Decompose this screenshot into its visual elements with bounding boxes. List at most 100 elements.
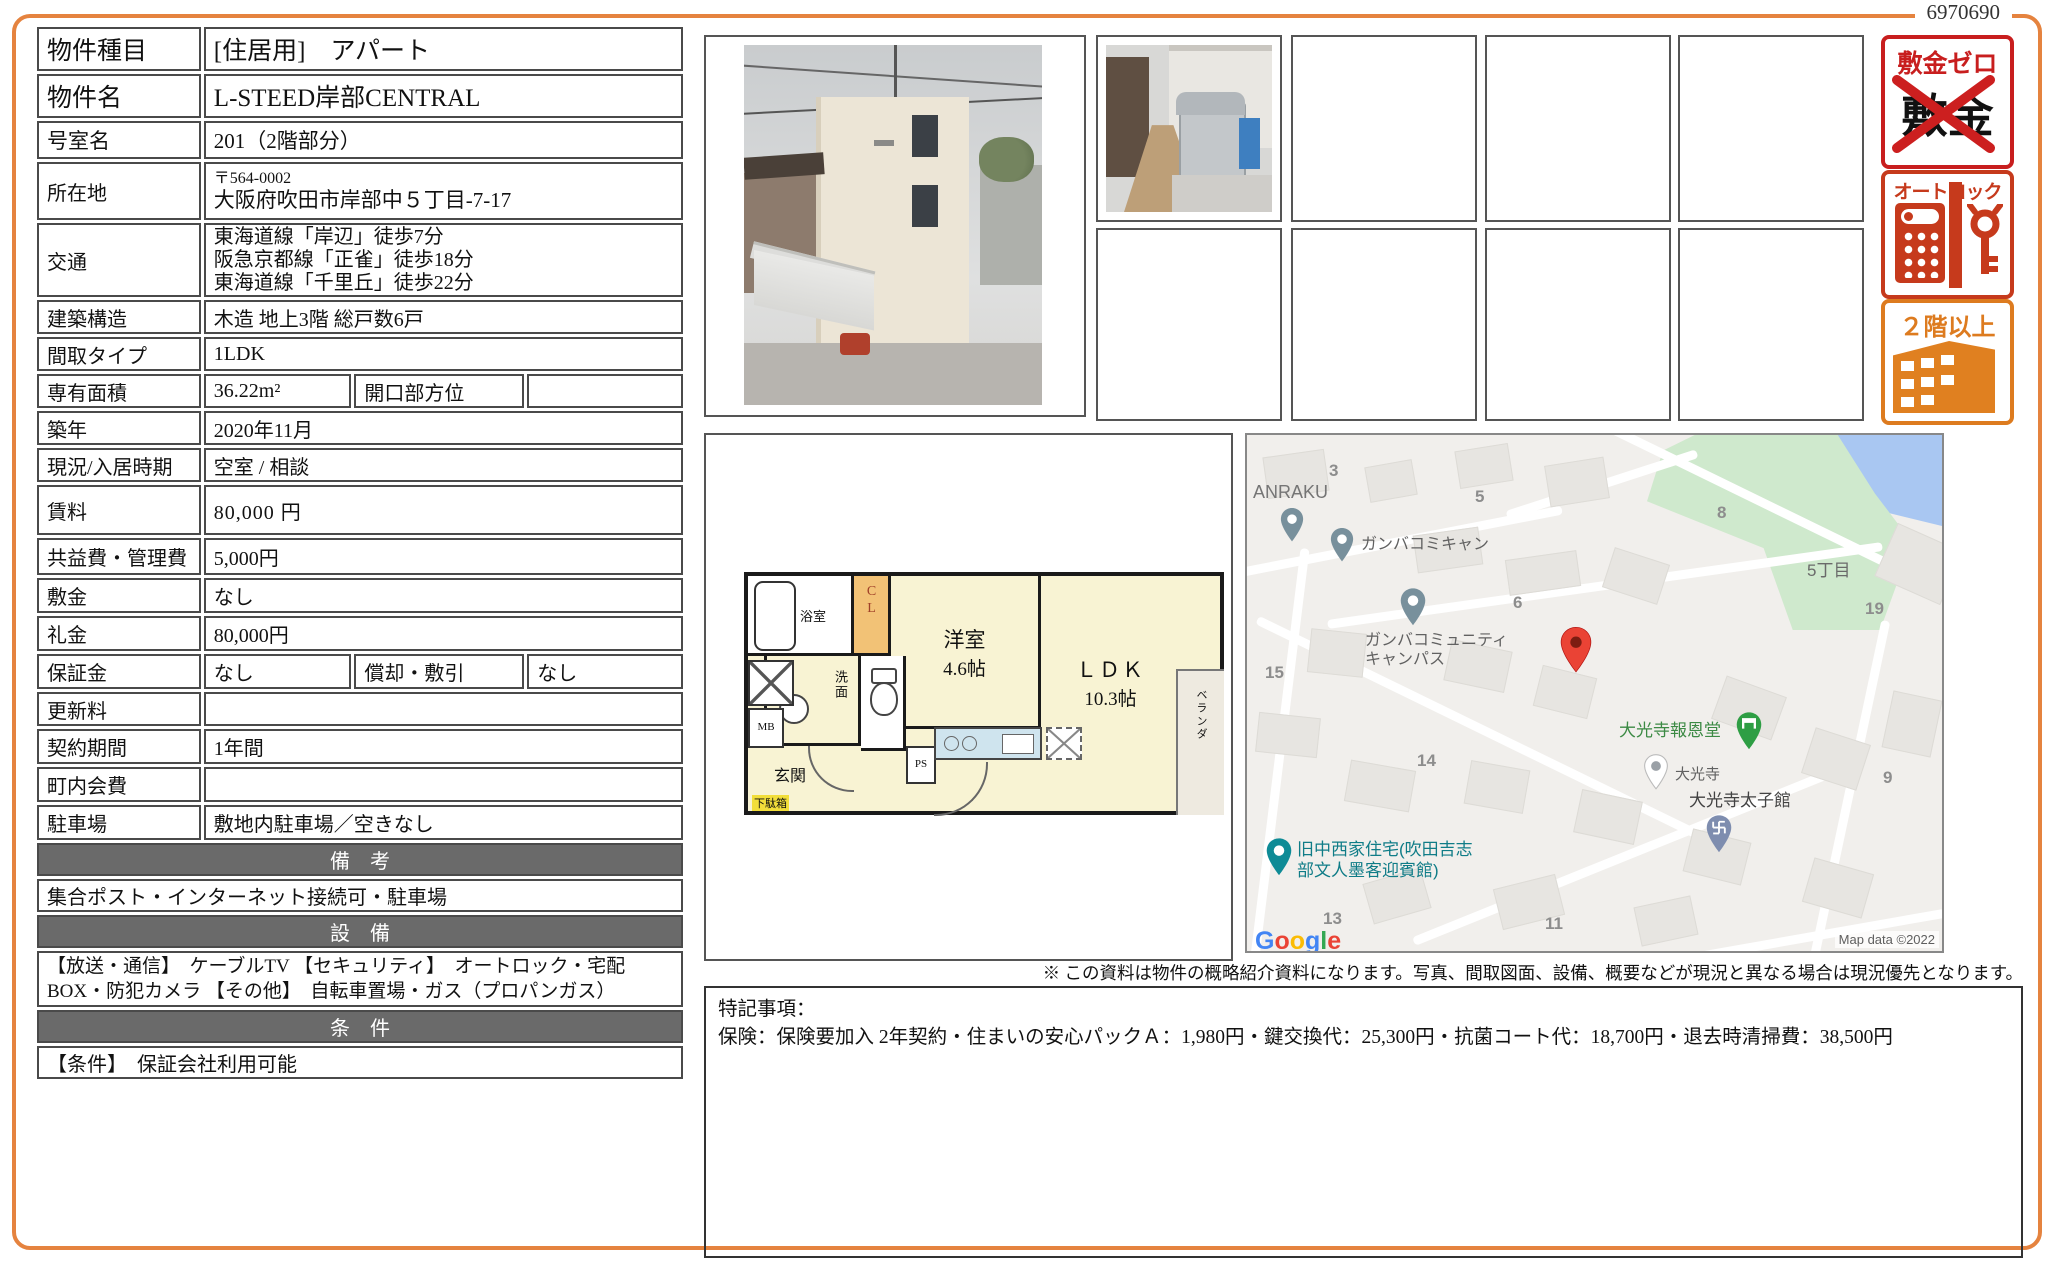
burner-icon (944, 736, 959, 751)
equipment-content: 【放送・通信】 ケーブルTV 【セキュリティ】 オートロック・宅配BOX・防犯カ… (37, 951, 683, 1007)
burner-icon-2 (962, 736, 977, 751)
spec-label-access: 交通 (37, 223, 201, 297)
spec-value-type: [住居用] アパート (204, 27, 683, 71)
building-window (1921, 377, 1934, 387)
equipment-header: 設 備 (37, 915, 683, 948)
access-line-2: 阪急京都線「正雀」徒歩18分 (214, 249, 673, 272)
map-attribution: Map data ©2022 (1835, 931, 1939, 948)
spec-value-status: 空室 / 相談 (204, 448, 683, 482)
spec-label-area: 専有面積 (37, 374, 201, 408)
special-notes-line: 保険：保険要加入 2年契約・住まいの安心パックＡ：1,980円・鍵交換代：25,… (718, 1024, 2009, 1052)
map-label-taishikan: 大光寺太子館 (1689, 791, 1791, 810)
autolock-divider-bar (1949, 182, 1962, 288)
special-notes-box: 特記事項： 保険：保険要加入 2年契約・住まいの安心パックＡ：1,980円・鍵交… (704, 986, 2023, 1258)
building-window (1941, 375, 1954, 385)
appliance-space-icon (1046, 727, 1082, 760)
map-building (1307, 628, 1367, 678)
spec-label-deposit: 敷金 (37, 578, 201, 613)
map-building (1882, 690, 1943, 757)
property-flyer: 6970690 物件種目 [住居用] アパート 物件名 L-STEED岸部CEN… (0, 0, 2056, 1265)
building-window (1901, 361, 1914, 371)
map-number-6: 6 (1513, 593, 1522, 613)
map-building (1255, 712, 1321, 758)
map-label-gamba: ガンバコミキャン (1361, 535, 1489, 554)
spec-value-layout: 1LDK (204, 337, 683, 371)
conditions-content: 【条件】 保証会社利用可能 (37, 1046, 683, 1079)
building-window (1921, 358, 1934, 368)
map-number-5: 5 (1475, 487, 1484, 507)
intercom-icon (1895, 203, 1945, 283)
spec-value-access: 東海道線「岸辺」徒歩7分 阪急京都線「正雀」徒歩18分 東海道線「千里丘」徒歩2… (204, 223, 683, 297)
google-letter: o (1274, 927, 1289, 953)
fp-closet-label: CL (863, 584, 879, 618)
spec-label-room: 号室名 (37, 121, 201, 159)
fp-washroom-label: 洗面 (831, 670, 850, 700)
spec-value-amortization: なし (527, 654, 683, 689)
map-pin-temple-hall (1735, 711, 1763, 751)
red-cross-icon (1889, 72, 1998, 156)
spec-value-name: L-STEED岸部CENTRAL (204, 74, 683, 118)
spec-label-renewal: 更新料 (37, 692, 201, 726)
fp-ldk-size: 10.3帖 (1048, 684, 1173, 711)
photo-scooter (840, 333, 870, 355)
map-number-11: 11 (1545, 914, 1563, 934)
fp-western-room: 洋室 4.6帖 (891, 576, 1041, 729)
spec-label-guarantee: 保証金 (37, 654, 201, 689)
badge-no-deposit: 敷金ゼロ 敷金 (1881, 35, 2014, 169)
photo-thumb-5-empty (1096, 228, 1282, 421)
map-number-15: 15 (1265, 663, 1284, 683)
photo-block-wall (980, 165, 1042, 285)
toilet-bowl-icon (870, 682, 898, 716)
spec-value-structure: 木造 地上3階 総戸数6戸 (204, 300, 683, 334)
map-building (1802, 857, 1874, 918)
fp-bathroom: 浴室 (748, 576, 854, 656)
map-label-anraku: ANRAKU (1253, 483, 1328, 502)
spec-label-address: 所在地 (37, 162, 201, 220)
badge-autolock-title: オートロック (1885, 177, 2010, 204)
fp-western-room-size: 4.6帖 (891, 654, 1038, 681)
spec-value-opening (527, 374, 683, 408)
location-map: 3 5 6 15 8 19 14 13 11 9 5丁目 ANRAKU ガンバコ… (1245, 433, 1944, 953)
door-arc (808, 746, 854, 792)
address-text: 大阪府吹田市岸部中５丁目-7-17 (214, 188, 673, 212)
photo-thumb-4-empty (1678, 35, 1864, 222)
map-pin-manji-temple (1705, 813, 1733, 855)
building-window (1921, 395, 1934, 405)
access-line-1: 東海道線「岸辺」徒歩7分 (214, 226, 673, 249)
spec-value-key-money: 80,000円 (204, 616, 683, 651)
spec-label-structure: 建築構造 (37, 300, 201, 334)
spec-value-deposit: なし (204, 578, 683, 613)
map-pin-anraku (1279, 507, 1305, 543)
spec-label-status: 現況/入居時期 (37, 448, 201, 482)
map-pin-museum (1265, 837, 1293, 877)
main-photo-building-exterior (744, 45, 1042, 405)
fp-western-room-label: 洋室 (891, 624, 1038, 654)
thumb-blue-bin (1239, 118, 1261, 168)
spec-label-built: 築年 (37, 411, 201, 445)
photo-window-1 (912, 115, 938, 157)
map-building (1602, 547, 1670, 605)
fp-shoebox-label: 下駄箱 (752, 795, 789, 811)
spec-label-key-money: 礼金 (37, 616, 201, 651)
map-number-19: 19 (1865, 599, 1884, 619)
fp-entrance-label: 玄関 (774, 762, 806, 786)
spec-value-parking: 敷地内駐車場／空きなし (204, 805, 683, 840)
photo-greenery (979, 137, 1034, 182)
map-label-temple-hall: 大光寺報恩堂 (1619, 721, 1721, 740)
spec-value-built: 2020年11月 (204, 411, 683, 445)
fp-ldk: ＬＤＫ 10.3帖 (1048, 654, 1173, 711)
spec-label-layout: 間取タイプ (37, 337, 201, 371)
spec-value-address: 〒564-0002 大阪府吹田市岸部中５丁目-7-17 (204, 162, 683, 220)
disclaimer-text: ※ この資料は物件の概略紹介資料になります。写真、間取図面、設備、概要などが現況… (1043, 960, 2023, 985)
photo-thumb-7-empty (1485, 228, 1671, 421)
document-id: 6970690 (1915, 0, 2013, 25)
key-icon (1967, 204, 2003, 286)
badge-autolock: オートロック (1881, 170, 2014, 299)
fp-toilet-room (861, 656, 906, 751)
thumb-storage-lid (1176, 92, 1246, 115)
building-window (1901, 397, 1914, 407)
access-line-3: 東海道線「千里丘」徒歩22分 (214, 272, 673, 295)
google-letter: o (1290, 927, 1305, 953)
map-label-daikoji: 大光寺 (1675, 765, 1720, 784)
floorplan-box: 浴室 CL 洋室 4.6帖 ＬＤＫ 10.3帖 ベランダ 洗面 (704, 433, 1233, 961)
